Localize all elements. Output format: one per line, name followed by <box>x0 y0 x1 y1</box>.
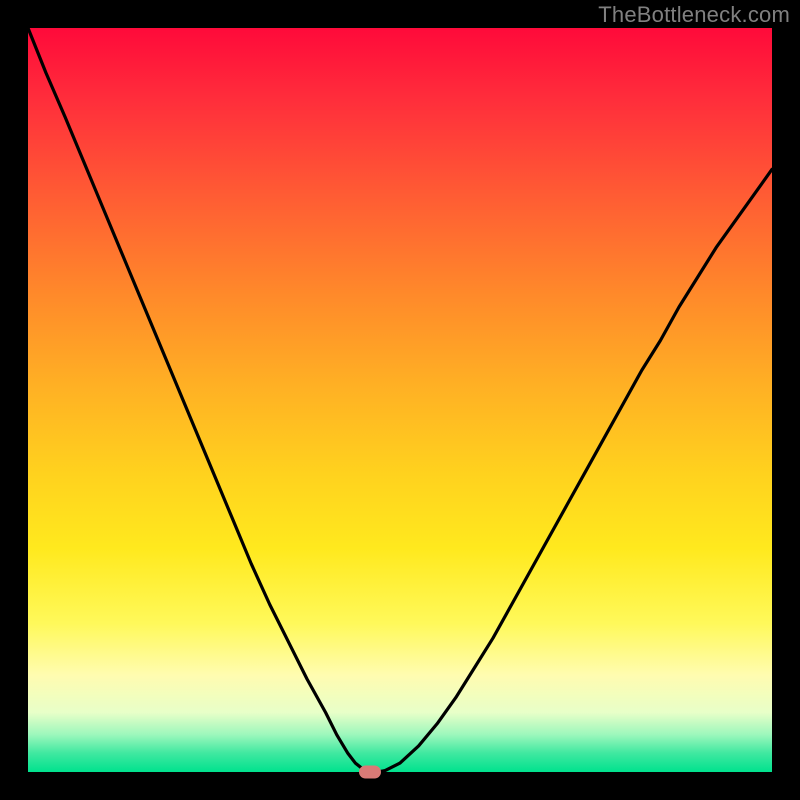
chart-frame: TheBottleneck.com <box>0 0 800 800</box>
optimal-point-marker <box>359 766 381 779</box>
bottleneck-curve <box>28 28 772 772</box>
plot-area <box>28 28 772 772</box>
watermark-text: TheBottleneck.com <box>598 2 790 28</box>
